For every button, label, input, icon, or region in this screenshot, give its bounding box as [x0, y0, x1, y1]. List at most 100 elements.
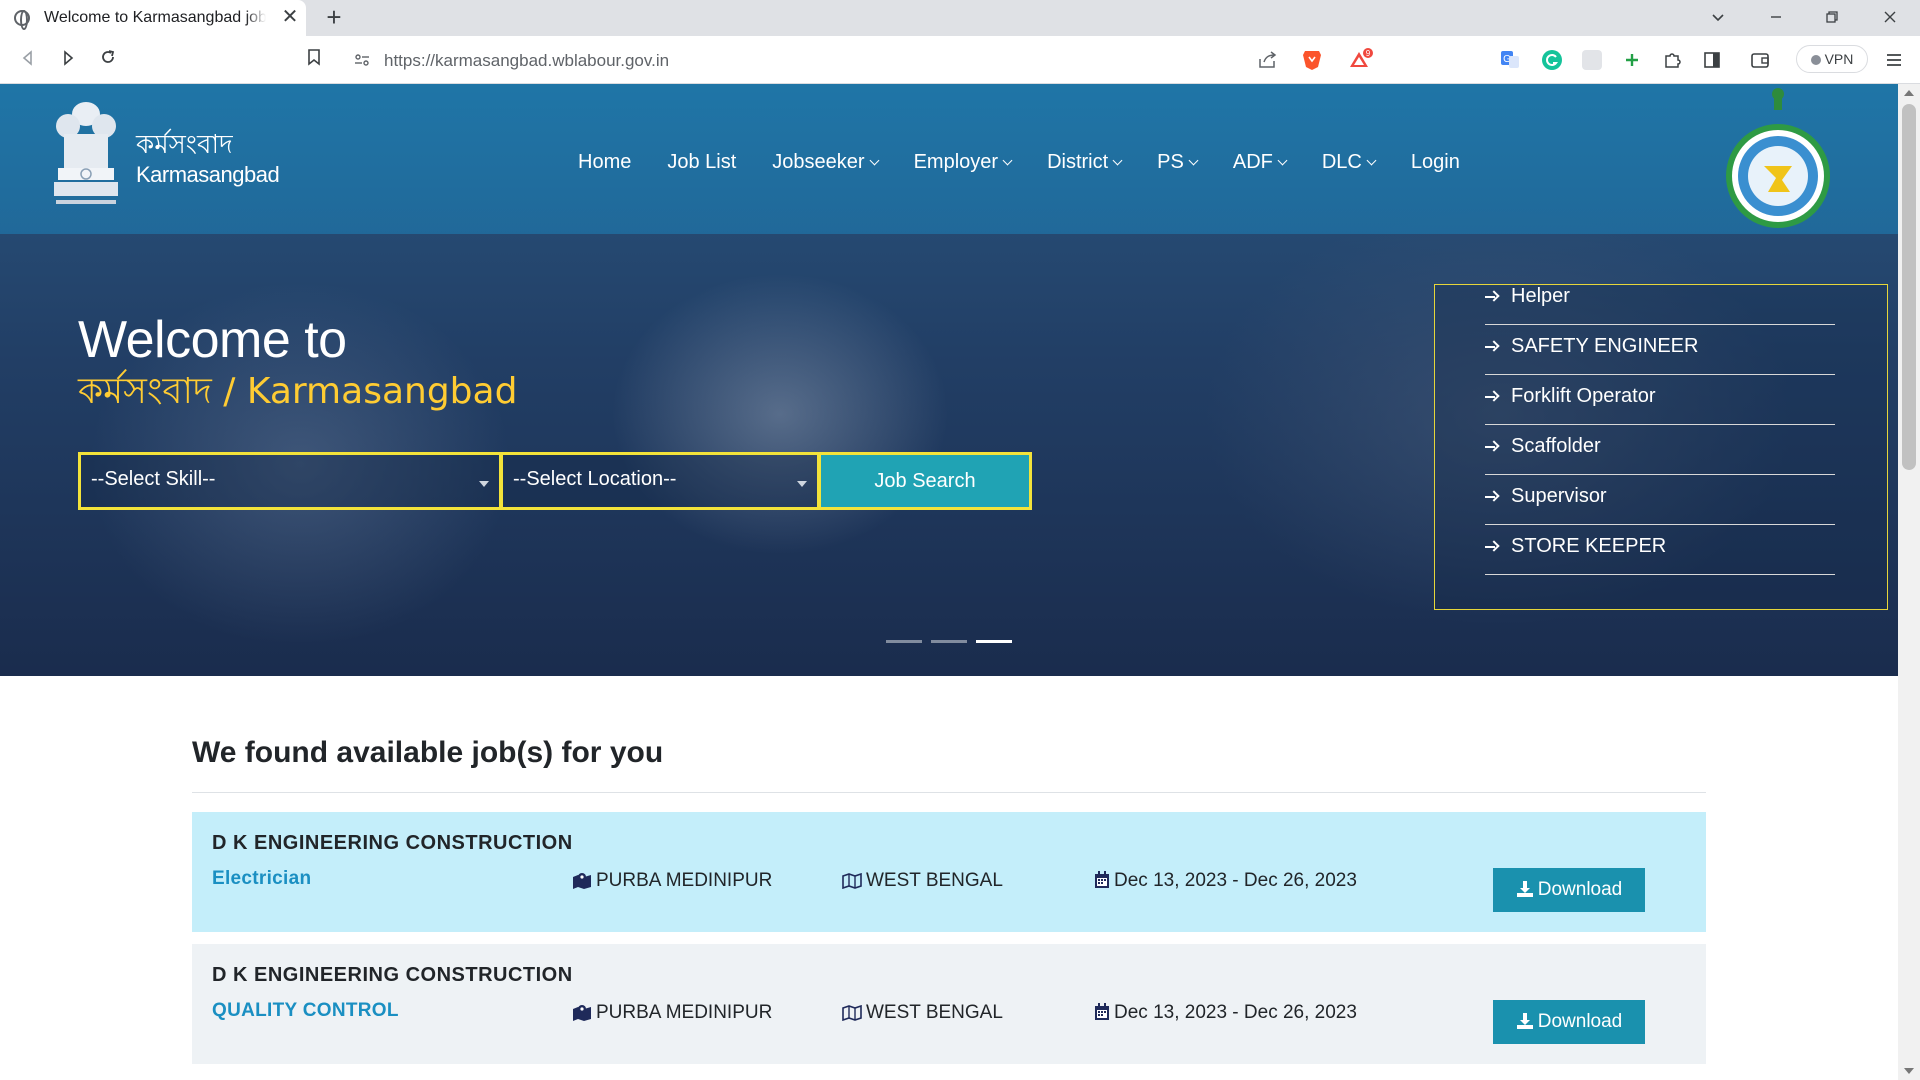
arrow-right-icon: [1485, 440, 1499, 454]
vpn-status-icon: [1810, 55, 1821, 65]
welcome-subheading: কর্মসংবাদ / Karmasangbad: [78, 371, 518, 412]
nav-jobseeker[interactable]: Jobseeker: [772, 151, 877, 174]
hero-banner: কর্মসংবাদ Karmasangbad Home Job List Job…: [0, 84, 1898, 676]
reload-icon[interactable]: [94, 46, 122, 74]
nav-employer[interactable]: Employer: [914, 151, 1011, 174]
skill-item[interactable]: Helper: [1485, 285, 1835, 325]
skill-item[interactable]: Forklift Operator: [1485, 375, 1835, 425]
nav-login[interactable]: Login: [1411, 151, 1460, 174]
main-nav: Home Job List Jobseeker Employer Distric…: [578, 146, 1496, 178]
nav-dlc[interactable]: DLC: [1322, 151, 1375, 174]
nav-adf[interactable]: ADF: [1233, 151, 1286, 174]
tab-close-icon[interactable]: ✕: [278, 5, 302, 29]
skill-select-value: --Select Skill--: [91, 468, 216, 490]
job-district: PURBA MEDINIPUR: [572, 1002, 772, 1024]
map-icon: [842, 1004, 862, 1022]
tab-title: Welcome to Karmasangbad job portal: [44, 9, 266, 27]
dates-text: Dec 13, 2023 - Dec 26, 2023: [1114, 870, 1357, 891]
share-icon[interactable]: [1258, 51, 1278, 74]
skill-item[interactable]: Scaffolder: [1485, 425, 1835, 475]
vpn-label: VPN: [1824, 51, 1854, 67]
nav-job-list[interactable]: Job List: [667, 151, 736, 174]
add-icon[interactable]: [1622, 50, 1642, 70]
browser-tab-bar: Welcome to Karmasangbad job portal ✕ +: [0, 0, 1920, 36]
bookmark-icon[interactable]: [300, 46, 328, 74]
globe-icon: [14, 10, 30, 30]
skill-item[interactable]: Supervisor: [1485, 475, 1835, 525]
job-state: WEST BENGAL: [842, 1002, 1003, 1024]
grammarly-icon[interactable]: [1542, 50, 1562, 70]
new-tab-icon[interactable]: +: [320, 3, 348, 31]
close-window-icon[interactable]: [1870, 2, 1910, 34]
download-label: Download: [1537, 879, 1623, 900]
wallet-icon[interactable]: [1750, 50, 1770, 70]
download-button[interactable]: Download: [1493, 1000, 1645, 1044]
extension-icon[interactable]: [1582, 50, 1602, 70]
carousel-indicator[interactable]: [886, 640, 922, 643]
download-button[interactable]: Download: [1493, 868, 1645, 912]
company-name: D K ENGINEERING CONSTRUCTION: [212, 964, 573, 986]
job-search-button[interactable]: Job Search: [818, 452, 1032, 510]
job-card: D K ENGINEERING CONSTRUCTION Electrician…: [192, 812, 1706, 932]
nav-district[interactable]: District: [1047, 151, 1121, 174]
job-district: PURBA MEDINIPUR: [572, 870, 772, 892]
download-label: Download: [1537, 1011, 1623, 1032]
arrow-right-icon: [1485, 490, 1499, 504]
nav-home[interactable]: Home: [578, 151, 631, 174]
address-bar[interactable]: https://karmasangbad.wblabour.gov.in 9: [340, 42, 1380, 78]
arrow-right-icon: [1485, 340, 1499, 354]
page-scrollbar[interactable]: [1898, 84, 1920, 1080]
location-select[interactable]: --Select Location--: [500, 452, 820, 510]
map-icon: [842, 872, 862, 890]
skill-label: Helper: [1511, 285, 1570, 307]
brave-rewards-icon[interactable]: 9: [1348, 48, 1374, 75]
calendar-icon: [1095, 1003, 1109, 1020]
skill-select[interactable]: --Select Skill--: [78, 452, 502, 510]
menu-icon[interactable]: [1884, 50, 1904, 70]
state-text: WEST BENGAL: [866, 1002, 1003, 1023]
skill-label: STORE KEEPER: [1511, 535, 1667, 557]
download-icon: [1516, 881, 1533, 897]
download-icon: [1516, 1013, 1533, 1029]
tab-search-icon[interactable]: [1698, 2, 1738, 34]
sidebar-icon[interactable]: [1702, 50, 1722, 70]
vpn-button[interactable]: VPN: [1796, 45, 1868, 73]
skill-item[interactable]: SAFETY ENGINEER: [1485, 325, 1835, 375]
carousel-indicator[interactable]: [931, 640, 967, 643]
company-name: D K ENGINEERING CONSTRUCTION: [212, 832, 573, 854]
state-text: WEST BENGAL: [866, 870, 1003, 891]
map-marker-icon: [573, 1005, 591, 1021]
brand-name-english[interactable]: Karmasangbad: [136, 162, 280, 188]
skills-ticker: Helper SAFETY ENGINEER Forklift Operator…: [1434, 284, 1888, 610]
divider: [192, 792, 1706, 793]
site-info-icon[interactable]: [354, 52, 370, 73]
district-text: PURBA MEDINIPUR: [596, 1002, 773, 1023]
national-emblem-logo[interactable]: [48, 96, 124, 208]
scroll-up-icon[interactable]: [1904, 90, 1914, 96]
svg-text:9: 9: [1366, 49, 1371, 58]
minimize-icon[interactable]: [1756, 2, 1796, 34]
web-page: কর্মসংবাদ Karmasangbad Home Job List Job…: [0, 84, 1898, 1078]
job-dates: Dec 13, 2023 - Dec 26, 2023: [1094, 1002, 1357, 1024]
back-icon[interactable]: [14, 46, 42, 74]
west-bengal-seal-logo[interactable]: [1720, 86, 1836, 232]
browser-tab[interactable]: Welcome to Karmasangbad job portal ✕: [0, 0, 306, 36]
welcome-heading: Welcome to: [78, 311, 347, 369]
job-role-link[interactable]: QUALITY CONTROL: [212, 1000, 399, 1022]
scroll-down-icon[interactable]: [1904, 1068, 1914, 1074]
skill-item[interactable]: STORE KEEPER: [1485, 525, 1835, 575]
carousel-indicator-active[interactable]: [976, 640, 1012, 643]
nav-ps[interactable]: PS: [1157, 151, 1197, 174]
translate-icon[interactable]: G: [1500, 50, 1520, 70]
skill-label: Forklift Operator: [1511, 385, 1656, 407]
job-role-link[interactable]: Electrician: [212, 868, 311, 890]
district-text: PURBA MEDINIPUR: [596, 870, 773, 891]
restore-icon[interactable]: [1812, 2, 1852, 34]
location-select-value: --Select Location--: [513, 468, 677, 490]
puzzle-icon[interactable]: [1662, 50, 1682, 70]
forward-icon[interactable]: [54, 46, 82, 74]
job-state: WEST BENGAL: [842, 870, 1003, 892]
brave-shield-icon[interactable]: [1302, 49, 1322, 76]
scrollbar-thumb[interactable]: [1902, 104, 1916, 470]
browser-toolbar: https://karmasangbad.wblabour.gov.in 9 G…: [0, 36, 1920, 84]
